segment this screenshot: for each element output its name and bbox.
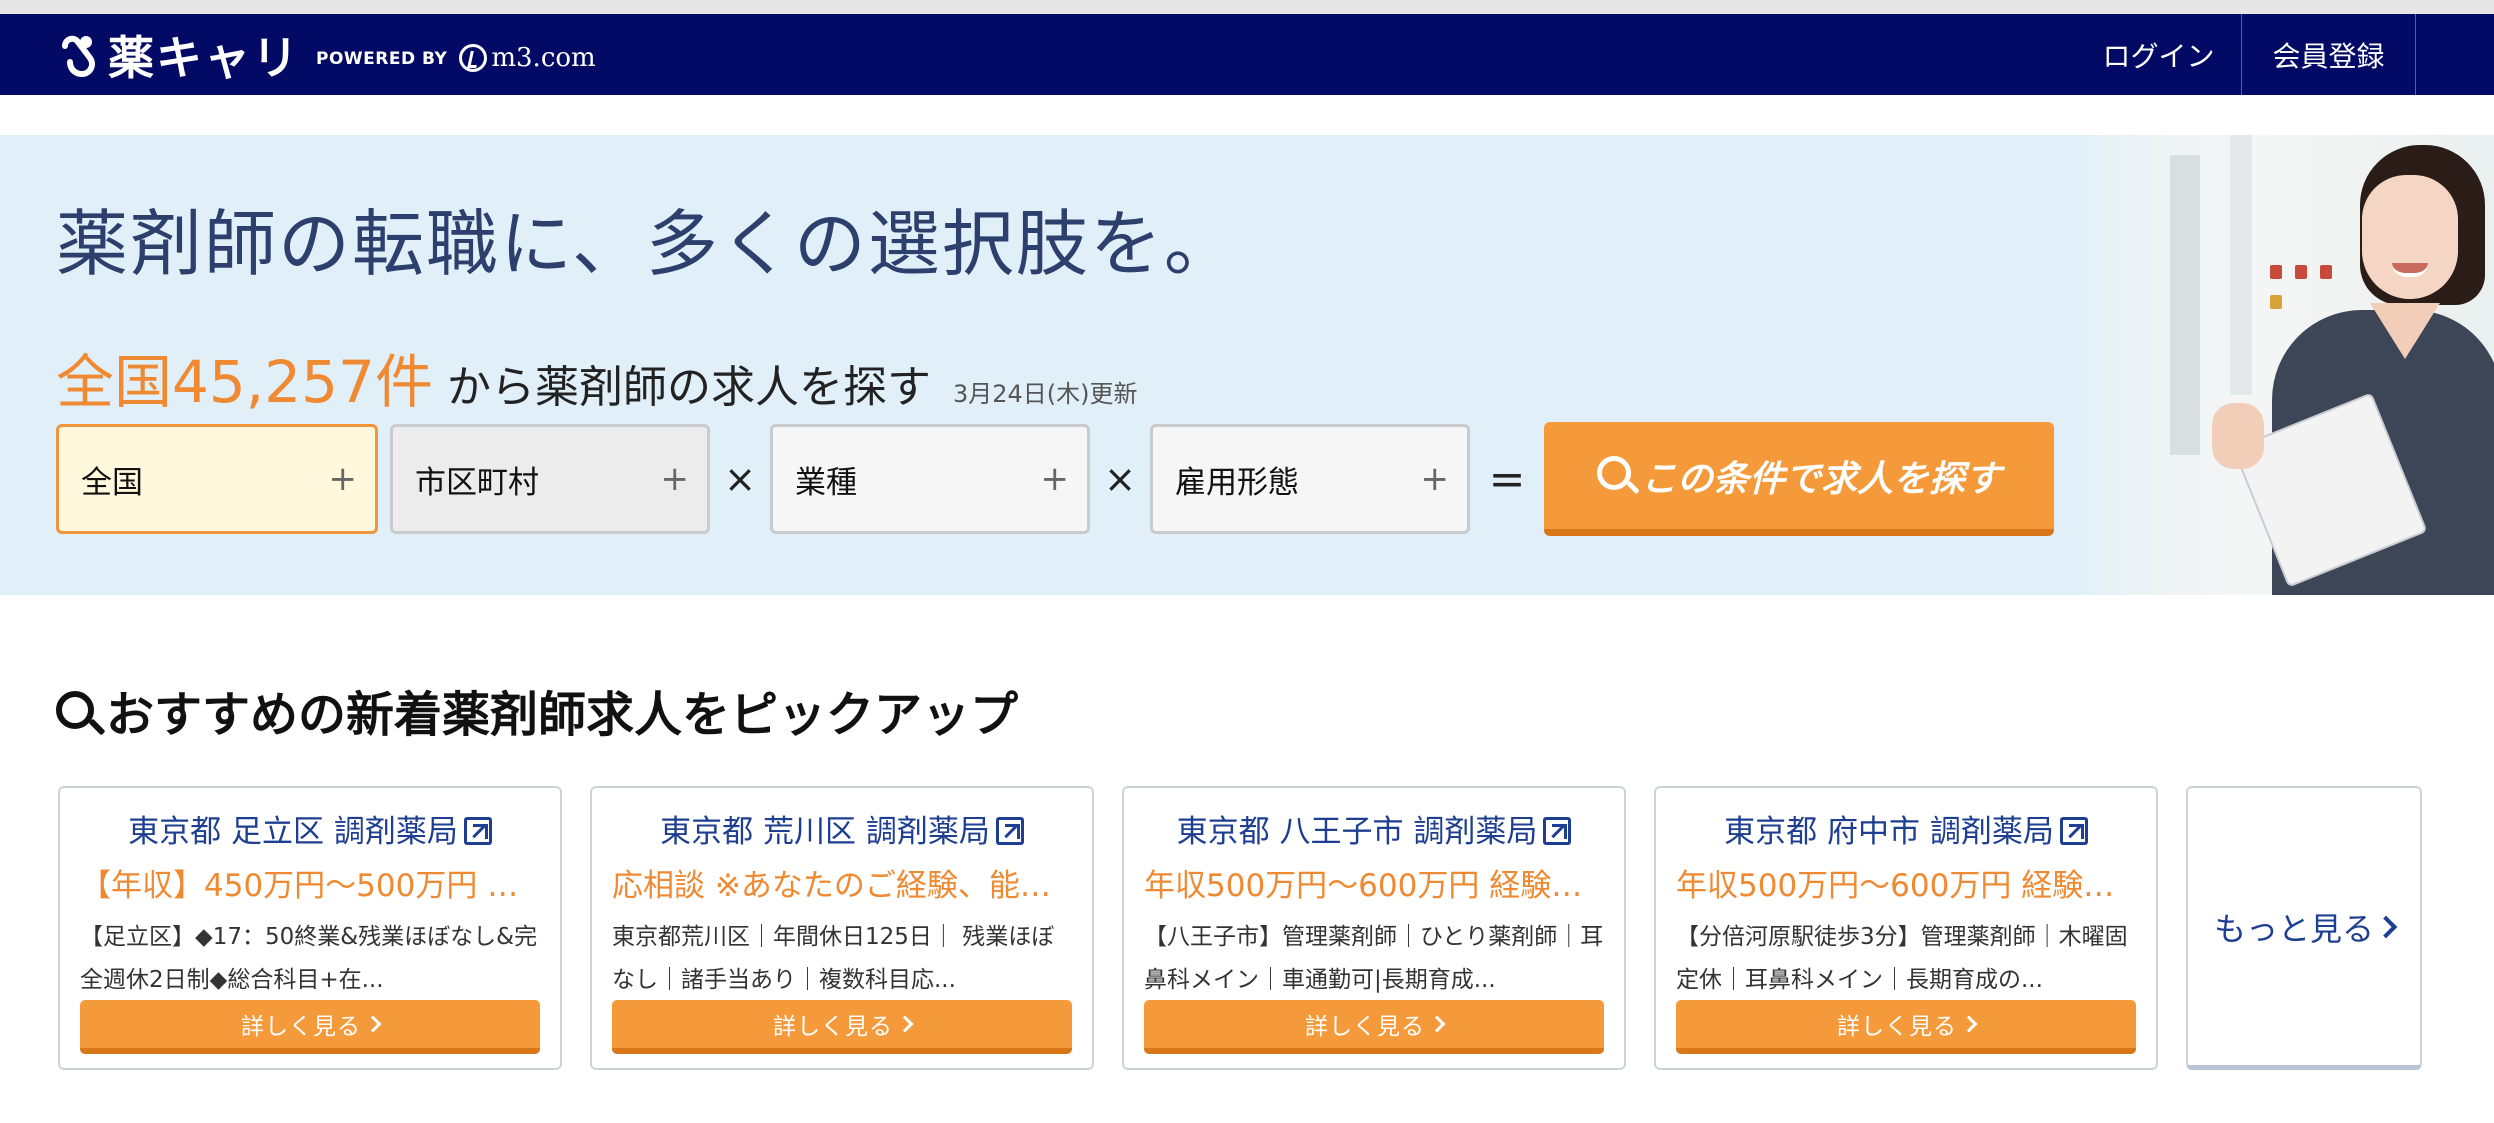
logo-text: 薬キャリ xyxy=(108,31,300,85)
job-detail-button[interactable]: 詳しく見る xyxy=(1676,1000,2136,1054)
job-type-select[interactable]: 業種 + xyxy=(770,424,1090,534)
shelf-item xyxy=(2270,295,2282,309)
job-detail-button[interactable]: 詳しく見る xyxy=(80,1000,540,1054)
search-icon xyxy=(1596,455,1631,490)
site-header: 薬キャリ POWERED BY m3.com ログイン 会員登録 xyxy=(0,14,2494,95)
browser-top-strip xyxy=(0,0,2494,14)
job-count-suffix: から薬剤師の求人を探す xyxy=(446,362,931,413)
external-link-icon xyxy=(2059,817,2088,845)
job-card-description: 【分倍河原駅徒歩3分】管理薬剤師｜木曜固定休｜耳鼻科メイン｜長期育成の... xyxy=(1676,924,2128,993)
plus-icon: + xyxy=(660,459,690,499)
partner-name: m3.com xyxy=(491,43,596,73)
see-more-button[interactable]: もっと見る xyxy=(2186,786,2422,1070)
job-card-description: 【足立区】◆17：50終業&残業ほぼなし&完全週休2日制◆総合科目+在... xyxy=(80,924,538,993)
city-select[interactable]: 市区町村 + xyxy=(390,424,710,534)
plus-icon: + xyxy=(328,459,358,499)
pill-logo-icon xyxy=(62,35,95,78)
chevron-right-icon xyxy=(1428,1015,1446,1033)
job-count: 全国45,257件 xyxy=(56,348,433,416)
job-card-description: 東京都荒川区｜年間休日125日｜ 残業ほぼなし｜諸手当あり｜複数科目応... xyxy=(612,924,1055,993)
times-operator: × xyxy=(1104,457,1136,501)
register-link[interactable]: 会員登録 xyxy=(2241,14,2416,95)
search-jobs-button-label: この条件で求人を探す xyxy=(1640,458,2001,500)
chevron-right-icon xyxy=(364,1015,382,1033)
times-operator: × xyxy=(724,457,756,501)
shelf-item xyxy=(2270,265,2282,279)
chevron-right-icon xyxy=(1960,1015,1978,1033)
job-count-line: 全国45,257件 から薬剤師の求人を探す 3月24日(木)更新 xyxy=(56,335,1138,419)
job-card[interactable]: 東京都 府中市 調剤薬局 年収500万円〜600万円 経験… 【分倍河原駅徒歩3… xyxy=(1654,786,2158,1070)
m3-logo-icon xyxy=(459,44,488,72)
shelf-item xyxy=(2320,265,2332,279)
employment-type-select[interactable]: 雇用形態 + xyxy=(1150,424,1470,534)
job-card-salary: 応相談 ※あなたのご経験、能… xyxy=(612,868,1051,904)
pickup-title-text: おすすめの新着薬剤師求人をピックアップ xyxy=(106,687,1019,743)
plus-icon: + xyxy=(1040,459,1070,499)
search-icon xyxy=(56,691,94,729)
plus-icon: + xyxy=(1420,459,1450,499)
job-card-list: 東京都 足立区 調剤薬局 【年収】450万円〜500万円 … 【足立区】◆17：… xyxy=(58,786,2422,1070)
hero-title: 薬剤師の転職に、多くの選択肢を。 xyxy=(56,202,1238,286)
site-logo[interactable]: 薬キャリ POWERED BY m3.com xyxy=(56,26,596,85)
shelf-item xyxy=(2295,265,2307,279)
search-filter-row: 全国 + 市区町村 + × 業種 + × 雇用形態 + = この条件で求人を探す xyxy=(56,422,2054,536)
chevron-right-icon xyxy=(2374,915,2398,938)
job-card[interactable]: 東京都 荒川区 調剤薬局 応相談 ※あなたのご経験、能… 東京都荒川区｜年間休日… xyxy=(590,786,1094,1070)
pickup-section-title: おすすめの新着薬剤師求人をピックアップ xyxy=(56,675,1018,745)
job-card-title[interactable]: 東京都 八王子市 調剤薬局 xyxy=(1124,806,1624,851)
job-detail-button[interactable]: 詳しく見る xyxy=(612,1000,1072,1054)
hero-search-panel: 薬剤師の転職に、多くの選択肢を。 全国45,257件 から薬剤師の求人を探す 3… xyxy=(0,135,2494,595)
equals-operator: = xyxy=(1488,453,1526,505)
chevron-right-icon xyxy=(896,1015,914,1033)
job-card[interactable]: 東京都 足立区 調剤薬局 【年収】450万円〜500万円 … 【足立区】◆17：… xyxy=(58,786,562,1070)
job-card-title[interactable]: 東京都 府中市 調剤薬局 xyxy=(1656,806,2156,851)
job-card-salary: 年収500万円〜600万円 経験… xyxy=(1676,868,2115,904)
person-hand xyxy=(2212,403,2264,469)
person-face xyxy=(2362,175,2458,299)
powered-by-label: POWERED BY xyxy=(316,49,448,69)
login-link[interactable]: ログイン xyxy=(2076,14,2241,95)
job-card-salary: 【年収】450万円〜500万円 … xyxy=(80,868,519,904)
external-link-icon xyxy=(995,817,1024,845)
shelf-decoration xyxy=(2230,135,2252,395)
search-jobs-button[interactable]: この条件で求人を探す xyxy=(1544,422,2054,536)
see-more-label: もっと見る xyxy=(2213,909,2374,948)
region-select-label: 全国 xyxy=(81,464,143,501)
external-link-icon xyxy=(463,817,492,845)
job-card[interactable]: 東京都 八王子市 調剤薬局 年収500万円〜600万円 経験… 【八王子市】管理… xyxy=(1122,786,1626,1070)
city-select-label: 市区町村 xyxy=(415,464,539,501)
header-nav: ログイン 会員登録 xyxy=(2076,14,2416,95)
region-select[interactable]: 全国 + xyxy=(56,424,378,534)
external-link-icon xyxy=(1543,817,1572,845)
job-card-title[interactable]: 東京都 荒川区 調剤薬局 xyxy=(592,806,1092,851)
job-card-salary: 年収500万円〜600万円 経験… xyxy=(1144,868,1583,904)
updated-date: 3月24日(木)更新 xyxy=(952,380,1138,408)
job-card-title[interactable]: 東京都 足立区 調剤薬局 xyxy=(60,806,560,851)
job-card-description: 【八王子市】管理薬剤師｜ひとり薬剤師｜耳鼻科メイン｜車通勤可|長期育成... xyxy=(1144,924,1604,993)
job-detail-button[interactable]: 詳しく見る xyxy=(1144,1000,1604,1054)
shelf-decoration xyxy=(2170,155,2200,455)
employment-type-select-label: 雇用形態 xyxy=(1175,464,1299,501)
job-type-select-label: 業種 xyxy=(795,464,857,501)
